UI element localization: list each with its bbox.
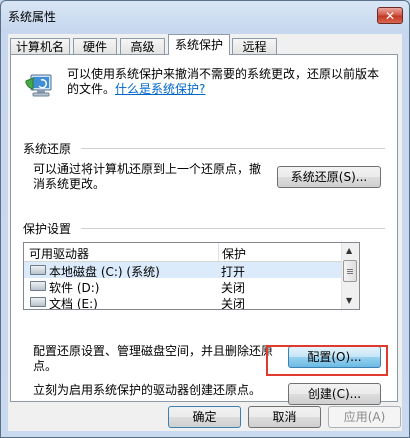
system-properties-window: 系统属性 ✕ 计算机名 硬件 高级 系统保护 远程 可以使用系统保护来撤消不需要… xyxy=(0,0,410,438)
grip-line xyxy=(347,273,353,274)
protection-group-divider xyxy=(81,228,385,229)
grip-line xyxy=(347,271,353,272)
intro-description: 可以使用系统保护来撤消不需要的系统更改，还原以前版本的文件。 xyxy=(67,67,380,96)
create-description: 立刻为启用系统保护的驱动器创建还原点。 xyxy=(33,383,262,397)
title-bar[interactable]: 系统属性 ✕ xyxy=(1,1,409,29)
system-protection-icon xyxy=(25,74,52,97)
system-drive-icon xyxy=(30,265,46,275)
configure-description: 配置还原设置、管理磁盘空间，并且删除还原点。 xyxy=(33,344,274,373)
scroll-thumb[interactable] xyxy=(343,260,357,282)
window-title: 系统属性 xyxy=(8,10,57,24)
list-scrollbar[interactable]: ▲ ▼ xyxy=(341,243,359,309)
drive-icon xyxy=(30,281,46,291)
drive-icon xyxy=(30,297,46,307)
intro-text: 可以使用系统保护来撤消不需要的系统更改，还原以前版本的文件。什么是系统保护? xyxy=(67,67,387,97)
scroll-up-icon[interactable]: ▲ xyxy=(346,246,352,255)
tab-advanced[interactable]: 高级 xyxy=(120,38,165,55)
close-icon: ✕ xyxy=(384,9,396,23)
apply-button[interactable]: 应用(A) xyxy=(328,406,401,428)
scroll-down-icon[interactable]: ▼ xyxy=(346,296,352,305)
what-is-system-protection-link[interactable]: 什么是系统保护? xyxy=(115,82,205,96)
tab-system-protection[interactable]: 系统保护 xyxy=(168,34,230,55)
create-button-highlight xyxy=(266,345,388,376)
column-header-drives[interactable]: 可用驱动器 xyxy=(29,245,89,262)
list-item[interactable]: 文档 (E:) 关闭 xyxy=(24,294,344,310)
cancel-button[interactable]: 取消 xyxy=(248,406,321,428)
restore-description: 可以通过将计算机还原到上一个还原点，撤消系统更改。 xyxy=(33,162,262,191)
close-button[interactable]: ✕ xyxy=(377,7,403,24)
tab-hardware[interactable]: 硬件 xyxy=(73,38,117,55)
drive-name: 文档 (E:) xyxy=(49,297,98,310)
protection-group-title: 保护设置 xyxy=(23,222,72,236)
tab-remote[interactable]: 远程 xyxy=(232,38,277,55)
restore-group-divider xyxy=(81,148,385,149)
column-header-protection[interactable]: 保护 xyxy=(222,245,246,262)
drive-protection-list[interactable]: 可用驱动器 保护 本地磁盘 (C:) (系统) 打开 软件 (D:) 关闭 文档… xyxy=(23,242,360,310)
tab-strip: 计算机名 硬件 高级 系统保护 远程 xyxy=(8,34,402,55)
grip-line xyxy=(347,269,353,270)
protection-status: 关闭 xyxy=(221,297,246,310)
tab-computer-name[interactable]: 计算机名 xyxy=(10,38,70,55)
column-separator xyxy=(218,243,219,261)
list-item[interactable]: 软件 (D:) 关闭 xyxy=(24,278,344,295)
system-restore-button[interactable]: 系统还原(S)... xyxy=(277,166,381,188)
ok-button[interactable]: 确定 xyxy=(168,406,241,428)
create-button[interactable]: 创建(C)... xyxy=(288,383,381,405)
list-item[interactable]: 本地磁盘 (C:) (系统) 打开 xyxy=(24,262,344,279)
restore-group-title: 系统还原 xyxy=(23,142,72,156)
list-header: 可用驱动器 保护 xyxy=(24,243,344,262)
